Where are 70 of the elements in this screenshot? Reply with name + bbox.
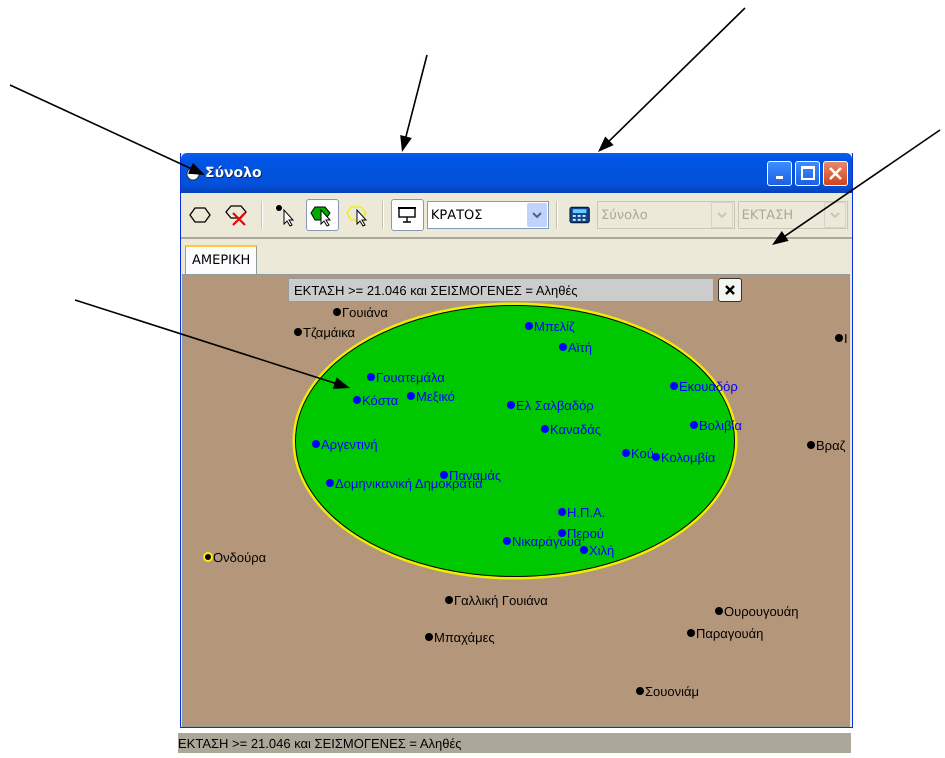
country-label: Γουιάνα (342, 305, 388, 320)
country-label: Γουατεμάλα (376, 370, 445, 385)
country-label: Μπαχάμες (434, 630, 495, 645)
country-label: Ελ Σαλβαδόρ (516, 398, 594, 413)
point-marker[interactable] (670, 382, 678, 390)
query-text: ΕΚΤΑΣΗ >= 21.046 και ΣΕΙΣΜΟΓΕΝΕΣ = Αληθές (294, 282, 578, 298)
point-marker[interactable] (559, 343, 567, 351)
close-icon (829, 166, 842, 180)
point-marker[interactable] (326, 479, 334, 487)
country-label: Ουρουγουάη (724, 604, 799, 619)
chevron-down-icon (716, 210, 728, 220)
point-marker[interactable] (203, 552, 213, 562)
maximize-button[interactable] (795, 160, 820, 186)
maximize-icon (800, 166, 814, 180)
map-canvas[interactable] (183, 275, 849, 726)
country-label: Σουονιάμ (645, 684, 699, 699)
chevron-down-icon (530, 210, 543, 220)
country-label: Καναδάς (550, 422, 602, 437)
calculator-icon[interactable] (568, 204, 592, 226)
tool-button[interactable] (306, 199, 339, 231)
country-label: Κού (631, 446, 654, 461)
point-marker[interactable] (440, 471, 448, 479)
point-marker[interactable] (503, 537, 511, 545)
point-marker[interactable] (690, 421, 698, 429)
country-label: Κολομβία (661, 450, 716, 465)
point-marker[interactable] (580, 546, 588, 554)
point-marker[interactable] (652, 453, 660, 461)
point-marker[interactable] (367, 373, 375, 381)
point-marker[interactable] (558, 508, 566, 516)
country-label: Αϊτή (568, 340, 592, 355)
point-marker[interactable] (353, 396, 361, 404)
country-label: Ονδούρα (213, 550, 266, 565)
point-marker[interactable] (312, 440, 320, 448)
point-marker[interactable] (525, 322, 533, 330)
country-label: Μπελίζ (534, 319, 575, 334)
close-button[interactable] (823, 160, 848, 186)
point-marker[interactable] (622, 449, 630, 457)
point-marker[interactable] (807, 441, 815, 449)
minimize-icon (776, 176, 783, 178)
point-marker[interactable] (687, 629, 695, 637)
map-tab[interactable]: ΑΜΕΡΙΚΗ (185, 245, 258, 274)
country-label: Μεξικό (416, 389, 455, 404)
chevron-down-icon (829, 210, 842, 220)
layer-dropdown[interactable]: ΚΡΑΤΟΣ (426, 201, 549, 229)
status-text: ΕΚΤΑΣΗ >= 21.046 και ΣΕΙΣΜΟΓΕΝΕΣ = Αληθές (178, 736, 462, 750)
country-label: Αργεντινή (321, 437, 378, 452)
point-marker[interactable] (636, 687, 644, 695)
country-label: Χιλή (589, 543, 614, 558)
country-label: Γαλλική Γουιάνα (454, 593, 548, 608)
point-marker[interactable] (715, 607, 723, 615)
close-icon (723, 283, 737, 297)
country-label: Ι (844, 331, 848, 346)
point-marker[interactable] (294, 328, 302, 336)
country-label: Κόστα (362, 393, 398, 408)
point-marker[interactable] (835, 334, 843, 342)
country-label: Η.Π.Α. (567, 505, 606, 520)
point-marker[interactable] (558, 529, 566, 537)
point-marker[interactable] (541, 425, 549, 433)
country-label: Παραγουάη (696, 626, 764, 641)
point-marker[interactable] (425, 633, 433, 641)
close-query-button[interactable] (718, 278, 742, 302)
window-title: Σύνολο (205, 165, 263, 181)
country-label: Βραζ (816, 438, 846, 453)
point-marker[interactable] (333, 308, 341, 316)
minimize-button[interactable] (767, 160, 792, 186)
point-marker[interactable] (407, 392, 415, 400)
point-marker[interactable] (507, 401, 515, 409)
display-button[interactable] (390, 199, 424, 231)
point-marker[interactable] (445, 596, 453, 604)
country-label: Τζαμάικα (303, 325, 356, 340)
